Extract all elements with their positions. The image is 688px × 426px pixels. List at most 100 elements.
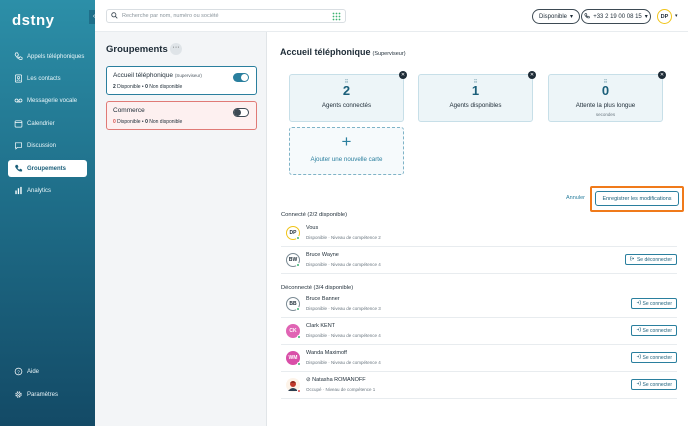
sidebar: dstny ‹ Appels téléphoniques Les contact…	[0, 0, 99, 426]
sidebar-item-aide[interactable]: ? Aide	[8, 363, 87, 380]
stat-value: 1	[471, 83, 480, 98]
remove-card-close-icon[interactable]: ✕	[528, 71, 536, 79]
logout-agent-button[interactable]: Se déconnecter	[624, 254, 677, 265]
top-bar: Disponible ▾ +33 2 19 00 08 15 ▾ DP ▾	[95, 0, 688, 32]
login-agent-button[interactable]: Se connecter	[630, 325, 677, 336]
more-options-button[interactable]: ···	[170, 43, 182, 55]
avatar-initials: BB	[289, 301, 297, 307]
agent-name: Clark KENT	[306, 323, 336, 329]
group-toggle[interactable]	[233, 108, 249, 117]
dialpad-icon[interactable]	[332, 12, 341, 21]
connected-section-title: Connecté (2/2 disponible)	[281, 212, 348, 218]
group-name: Accueil téléphonique	[113, 72, 173, 79]
phone-icon	[13, 52, 23, 62]
agent-status: Disponible · Niveau de compétence 4	[306, 360, 381, 365]
login-icon	[636, 354, 641, 361]
available-label: Disponible	[117, 84, 141, 90]
sidebar-item-groupements[interactable]: Groupements	[8, 160, 87, 177]
agent-row: DP Vous Disponible · Niveau de compétenc…	[281, 221, 677, 247]
group-toggle[interactable]	[233, 73, 249, 82]
stat-label: Agents disponibles	[449, 102, 502, 109]
group-card-accueil[interactable]: Accueil téléphonique (Superviseur) 2 Dis…	[106, 66, 257, 95]
sidebar-item-discussion[interactable]: Discussion	[8, 137, 87, 154]
svg-text:?: ?	[17, 369, 20, 374]
stat-value: 0	[601, 83, 610, 98]
stat-label: Agents connectés	[321, 102, 372, 109]
sidebar-item-parametres[interactable]: Paramètres	[8, 386, 87, 403]
sidebar-item-appels[interactable]: Appels téléphoniques	[8, 48, 87, 65]
analytics-icon	[13, 186, 23, 196]
group-card-commerce[interactable]: Commerce 0 Disponible • 0 Non disponible	[106, 101, 257, 130]
chat-icon	[13, 141, 23, 151]
logout-icon	[630, 256, 635, 263]
agent-status: Occupé · Niveau de compétence 1	[306, 387, 376, 392]
avatar-initials: DP	[289, 230, 297, 236]
login-agent-button[interactable]: Se connecter	[630, 352, 677, 363]
search-input[interactable]	[122, 13, 322, 19]
search-box[interactable]	[106, 9, 346, 23]
sidebar-item-contacts[interactable]: Les contacts	[8, 70, 87, 87]
sidebar-item-analytics[interactable]: Analytics	[8, 182, 87, 199]
search-icon	[111, 11, 118, 21]
user-avatar[interactable]: DP	[657, 9, 672, 24]
sidebar-item-voicemail[interactable]: Messagerie vocale	[8, 92, 87, 109]
sidebar-item-label: Messagerie vocale	[27, 97, 78, 104]
unavailable-label: Non disponible	[149, 119, 183, 125]
phone-number-dropdown[interactable]: +33 2 19 00 08 15 ▾	[581, 9, 651, 24]
agent-row: BB Bruce Banner Disponible · Niveau de c…	[281, 292, 677, 318]
agent-status: Disponible · Niveau de compétence 4	[306, 262, 381, 267]
availability-dropdown[interactable]: Disponible ▾	[532, 9, 581, 24]
phone-icon	[584, 12, 590, 21]
group-name: Commerce	[113, 107, 145, 114]
sidebar-item-label: Appels téléphoniques	[27, 53, 85, 60]
remove-card-close-icon[interactable]: ✕	[658, 71, 666, 79]
agent-name: Wanda Maximoff	[306, 350, 347, 356]
status-dot	[296, 236, 300, 240]
button-label: Se connecter	[642, 381, 672, 388]
stat-card-connected: ⠿ 2 Agents connectés ✕	[289, 71, 407, 122]
button-label: Se connecter	[642, 300, 672, 307]
agent-name: Bruce Banner	[306, 296, 340, 302]
unavailable-count: 0	[145, 84, 148, 90]
avatar: WM	[286, 351, 301, 366]
save-changes-button[interactable]: Enregistrer les modifications	[595, 191, 679, 206]
toggle-knob	[234, 109, 241, 116]
page-title-text: Accueil téléphonique	[280, 47, 371, 57]
agent-name: Bruce Wayne	[306, 252, 339, 258]
voicemail-icon	[13, 96, 23, 106]
cancel-link[interactable]: Annuler	[566, 195, 585, 201]
contacts-icon	[13, 74, 23, 84]
sidebar-item-label: Discussion	[27, 142, 57, 149]
dstny-logo: dstny	[12, 12, 55, 29]
stat-card-available: ⠿ 1 Agents disponibles ✕	[418, 71, 536, 122]
sidebar-item-calendar[interactable]: Calendrier	[8, 115, 87, 132]
group-phone-icon	[13, 164, 23, 174]
agent-name: Vous	[306, 225, 319, 231]
avatar: BB	[286, 297, 300, 311]
sidebar-item-label: Paramètres	[27, 391, 59, 398]
help-icon: ?	[13, 367, 23, 377]
add-card-button[interactable]: + Ajouter une nouvelle carte	[289, 127, 404, 175]
agent-row: WM Wanda Maximoff Disponible · Niveau de…	[281, 346, 677, 372]
agent-name: ⊘ Natasha ROMANOFF	[306, 377, 366, 383]
sidebar-item-label: Groupements	[27, 165, 67, 172]
button-label: Se connecter	[642, 354, 672, 361]
status-dot	[296, 263, 300, 267]
agent-status: Disponible · Niveau de compétence 4	[306, 333, 381, 338]
stat-value: 2	[342, 83, 351, 98]
avatar: BW	[286, 253, 300, 267]
sidebar-item-label: Aide	[27, 368, 40, 375]
unavailable-label: Non disponible	[149, 84, 183, 90]
avatar	[286, 378, 301, 393]
button-label: Se connecter	[642, 327, 672, 334]
agent-row: CK Clark KENT Disponible · Niveau de com…	[281, 319, 677, 345]
remove-card-close-icon[interactable]: ✕	[399, 71, 407, 79]
agent-row: ⊘ Natasha ROMANOFF Occupé · Niveau de co…	[281, 373, 677, 399]
status-dot	[297, 389, 301, 393]
login-agent-button[interactable]: Se connecter	[630, 298, 677, 309]
caret-down-icon[interactable]: ▾	[675, 13, 678, 19]
calendar-icon	[13, 119, 23, 129]
avatar-initials: BW	[288, 257, 298, 263]
login-agent-button[interactable]: Se connecter	[630, 379, 677, 390]
avatar-initials: CK	[289, 328, 297, 334]
